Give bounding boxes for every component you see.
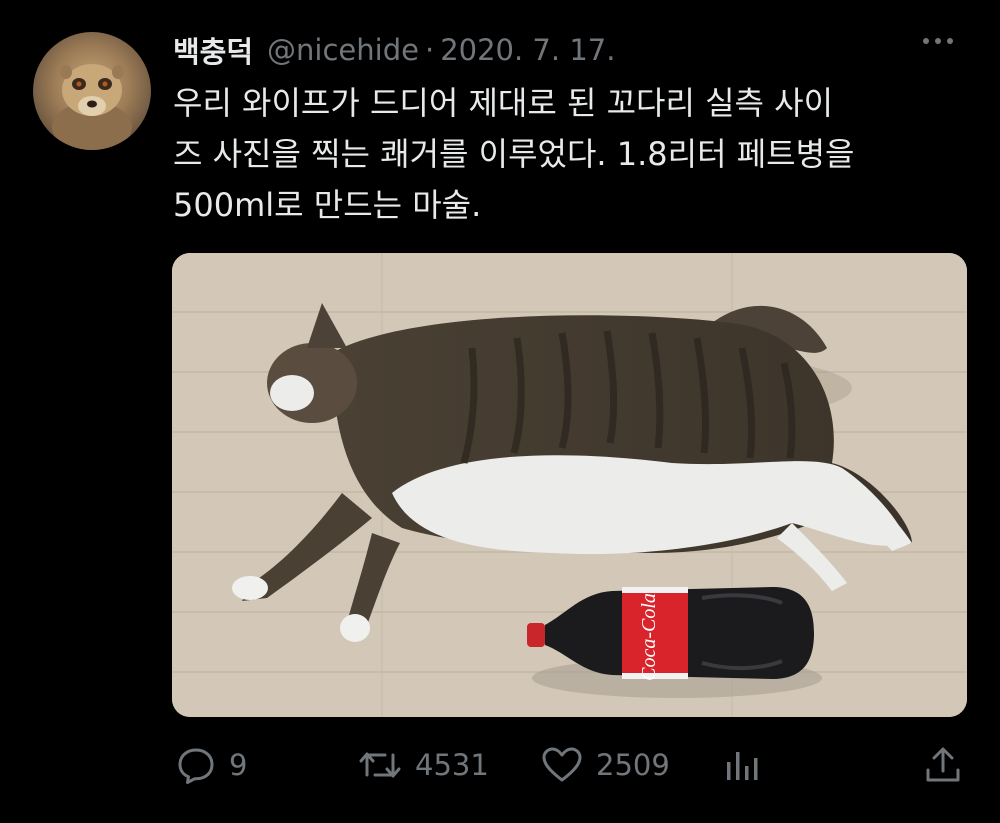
reply-count: 9: [229, 748, 248, 782]
like-count: 2509: [596, 748, 670, 782]
bottle-label: Coca-Cola: [638, 593, 660, 681]
more-dots-icon[interactable]: [923, 38, 953, 44]
share-icon: [922, 744, 964, 786]
tweet-actions: 9 4531 2509: [0, 735, 1000, 795]
tweet-text-line: 500ml로 만드는 마술.: [173, 186, 482, 224]
heart-icon: [540, 744, 584, 786]
tweet-text-line: 우리 와이프가 드디어 제대로 된 꼬다리 실측 사이: [173, 84, 834, 122]
meerkat-avatar-image: [52, 64, 132, 150]
tweet-text-line: 즈 사진을 찍는 쾌거를 이루었다. 1.8리터 페트병을: [173, 135, 855, 173]
retweet-button[interactable]: 4531: [357, 735, 489, 795]
retweet-icon: [357, 744, 403, 786]
analytics-icon: [722, 744, 762, 786]
tweet-date[interactable]: 2020. 7. 17.: [440, 33, 615, 67]
like-button[interactable]: 2509: [540, 735, 670, 795]
author-name[interactable]: 백충덕: [173, 29, 253, 71]
tweet-text: 우리 와이프가 드디어 제대로 된 꼬다리 실측 사이 즈 사진을 찍는 쾌거를…: [173, 78, 973, 231]
share-button[interactable]: [922, 735, 964, 795]
avatar[interactable]: [33, 32, 151, 150]
tweet-photo[interactable]: Coca-Cola: [172, 253, 967, 717]
separator: ·: [424, 33, 435, 67]
author-handle[interactable]: @nicehide: [267, 33, 419, 67]
tweet-header: 백충덕 @nicehide · 2020. 7. 17.: [173, 28, 615, 72]
reply-button[interactable]: 9: [175, 735, 247, 795]
retweet-count: 4531: [415, 748, 489, 782]
cat-and-bottle-photo: Coca-Cola: [172, 253, 967, 717]
reply-icon: [175, 744, 217, 786]
views-button[interactable]: [722, 735, 762, 795]
